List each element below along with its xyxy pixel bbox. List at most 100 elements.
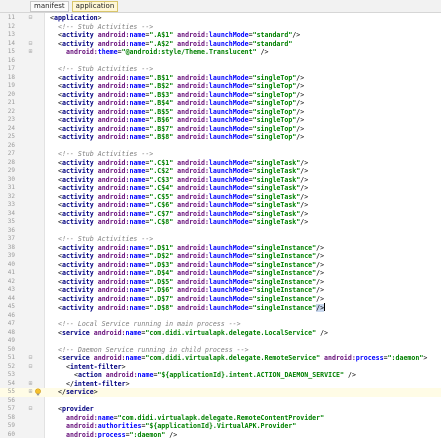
code-token: ".B$3" xyxy=(149,90,178,99)
code-token: android: xyxy=(177,124,209,133)
code-line[interactable]: 36 xyxy=(0,227,441,236)
code-token: name xyxy=(129,243,146,252)
code-token: /> xyxy=(300,158,309,167)
breadcrumb-manifest[interactable]: manifest xyxy=(30,0,69,12)
code-token: ":daemon" xyxy=(387,354,424,362)
code-line[interactable]: 30 <activity android:name=".C$3" android:… xyxy=(0,176,441,185)
code-line[interactable]: 32 <activity android:name=".C$5" android:… xyxy=(0,193,441,202)
code-line[interactable]: 41 <activity android:name=".D$4" android:… xyxy=(0,269,441,278)
code-line[interactable]: 48 <service android:name="com.didi.virtua… xyxy=(0,329,441,338)
line-code: <activity android:name=".D$5" android:la… xyxy=(58,278,324,287)
code-line[interactable]: 27 <!-- Stub Activities --> xyxy=(0,150,441,159)
code-line[interactable]: 18 <activity android:name=".B$1" android:… xyxy=(0,74,441,83)
code-line[interactable]: 56 xyxy=(0,397,441,406)
code-line[interactable]: 24 <activity android:name=".B$7" android:… xyxy=(0,125,441,134)
code-line[interactable]: 19 <activity android:name=".B$2" android:… xyxy=(0,82,441,91)
line-number: 19 xyxy=(7,82,15,89)
code-token: ".A$1" xyxy=(149,31,178,39)
code-token: android: xyxy=(97,243,130,252)
code-token: name xyxy=(129,133,146,141)
fold-marker-icon[interactable]: ⊟ xyxy=(27,14,34,23)
line-number: 48 xyxy=(7,328,15,336)
code-line[interactable]: 42 <activity android:name=".D$5" android:… xyxy=(0,278,441,287)
code-line[interactable]: 43 <activity android:name=".D$6" android:… xyxy=(0,286,441,295)
line-code: <activity android:name=".D$6" android:la… xyxy=(58,286,324,295)
code-line[interactable]: 26 xyxy=(0,142,441,151)
code-line[interactable]: 21 <activity android:name=".B$4" android:… xyxy=(0,99,441,108)
fold-marker-icon[interactable]: ⊞ xyxy=(27,388,34,397)
code-line[interactable]: 37 <!-- Stub Activities --> xyxy=(0,235,441,244)
code-line[interactable]: 16 xyxy=(0,57,441,66)
code-token: </ xyxy=(58,388,66,396)
code-token: name xyxy=(129,158,146,167)
code-line[interactable]: 22 <activity android:name=".B$5" android:… xyxy=(0,108,441,117)
code-line[interactable]: 11 ⊟ <application> xyxy=(0,14,441,23)
code-line[interactable]: 23 <activity android:name=".B$6" android:… xyxy=(0,116,441,125)
code-token: service xyxy=(61,354,94,362)
code-line[interactable]: 47 <!-- Local Service running in main pro… xyxy=(0,320,441,329)
code-token: launchMode xyxy=(208,269,249,277)
code-token: launchMode xyxy=(208,116,249,124)
code-line[interactable]: 33 <activity android:name=".C$6" android:… xyxy=(0,201,441,210)
line-number: 42 xyxy=(7,277,15,285)
code-line[interactable]: 31 <activity android:name=".C$4" android:… xyxy=(0,184,441,193)
code-line[interactable]: 39 <activity android:name=".D$2" android:… xyxy=(0,252,441,261)
code-token: "@android:style/Theme.Translucent" xyxy=(121,48,261,56)
line-code: <activity android:name=".B$3" android:la… xyxy=(58,91,304,100)
code-line[interactable]: 58 android:name="com.didi.virtualapk.dele… xyxy=(0,414,441,423)
code-line[interactable]: 49 xyxy=(0,337,441,346)
code-line[interactable]: 14 ⊟ <activity android:name=".A$2" android… xyxy=(0,40,441,49)
code-line[interactable]: 54 ⊞ </intent-filter> xyxy=(0,380,441,389)
code-line[interactable]: 44 <activity android:name=".D$7" android:… xyxy=(0,295,441,304)
code-token: "singleTask" xyxy=(252,158,301,167)
line-number: 12 xyxy=(7,22,15,30)
code-token: activity xyxy=(61,201,98,209)
fold-marker-icon[interactable]: ⊟ xyxy=(27,354,34,363)
line-code: <activity android:name=".B$6" android:la… xyxy=(58,116,304,125)
code-token: <!-- Stub Activities --> xyxy=(58,235,154,243)
code-line[interactable]: 59 android:authorities="${applicationId}.… xyxy=(0,422,441,431)
code-token: launchMode xyxy=(208,260,249,269)
code-line[interactable]: 20 <activity android:name=".B$3" android:… xyxy=(0,91,441,100)
code-token: activity xyxy=(61,124,98,133)
code-token: android: xyxy=(97,116,130,124)
code-line[interactable]: 46 xyxy=(0,312,441,321)
code-line[interactable]: 12 <!-- Stub Activities --> xyxy=(0,23,441,32)
code-line[interactable]: 34 <activity android:name=".C$7" android:… xyxy=(0,210,441,219)
code-line[interactable]: 38 <activity android:name=".D$1" android:… xyxy=(0,244,441,253)
fold-marker-icon[interactable]: ⊟ xyxy=(27,363,34,372)
line-number: 35 xyxy=(7,218,15,225)
lightbulb-icon[interactable] xyxy=(34,388,42,397)
code-token: name xyxy=(129,286,146,294)
code-line[interactable]: 40 <activity android:name=".D$3" android:… xyxy=(0,261,441,270)
code-line[interactable]: 13 <activity android:name=".A$1" android:… xyxy=(0,31,441,40)
line-code: </service> xyxy=(58,388,98,397)
fold-marker-icon[interactable]: ⊞ xyxy=(27,380,34,389)
code-line[interactable]: 35 <activity android:name=".C$8" android:… xyxy=(0,218,441,227)
code-line[interactable]: 52 ⊟ <intent-filter> xyxy=(0,363,441,372)
code-line[interactable]: 50 <!-- Daemon Service running in child p… xyxy=(0,346,441,355)
line-code: <activity android:name=".D$2" android:la… xyxy=(58,252,324,261)
code-line[interactable]: 55 ⊞ </service> xyxy=(0,388,441,397)
code-line[interactable]: 51 ⊟ <service android:name="com.didi.virtu… xyxy=(0,354,441,363)
code-line[interactable]: 28 <activity android:name=".C$1" android:… xyxy=(0,159,441,168)
code-token: "singleTop" xyxy=(252,107,297,116)
code-token: "singleTop" xyxy=(252,99,297,107)
breadcrumb-application[interactable]: application xyxy=(71,0,119,12)
code-line[interactable]: 29 <activity android:name=".C$2" android:… xyxy=(0,167,441,176)
fold-marker-icon[interactable]: ⊟ xyxy=(27,405,34,414)
code-token: launchMode xyxy=(208,39,249,48)
code-line[interactable]: 25 <activity android:name=".B$8" android:… xyxy=(0,133,441,142)
code-line[interactable]: 17 <!-- Stub Activities --> xyxy=(0,65,441,74)
fold-marker-icon[interactable]: ⊞ xyxy=(27,48,34,57)
code-editor[interactable]: 11 ⊟ <application> 12 <!-- Stub Activities -… xyxy=(0,13,441,438)
code-token: android: xyxy=(177,192,209,201)
code-line[interactable]: 60 android:process=":daemon" /> xyxy=(0,431,441,438)
code-line[interactable]: 15 ⊞ android:theme="@android:style/Theme.T… xyxy=(0,48,441,57)
code-line[interactable]: 45 <activity android:name=".D$8" android:… xyxy=(0,303,441,312)
code-line[interactable]: 53 <action android:name="${applicationId}… xyxy=(0,371,441,380)
code-token: ":daemon" xyxy=(129,430,170,438)
fold-marker-icon[interactable]: ⊟ xyxy=(27,40,34,49)
code-line[interactable]: 57 ⊟ <provider xyxy=(0,405,441,414)
code-token: name xyxy=(129,90,146,99)
